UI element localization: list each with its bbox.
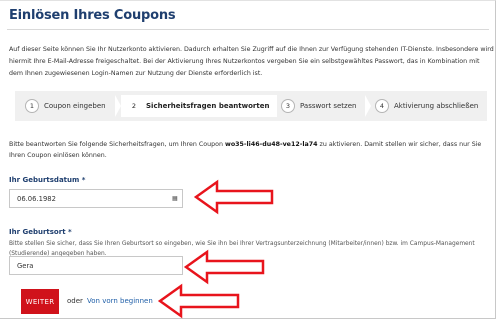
red-arrow-icon xyxy=(183,249,265,285)
red-arrow-icon xyxy=(157,283,240,319)
annotation-arrows xyxy=(157,179,274,319)
red-arrow-icon xyxy=(193,179,274,215)
